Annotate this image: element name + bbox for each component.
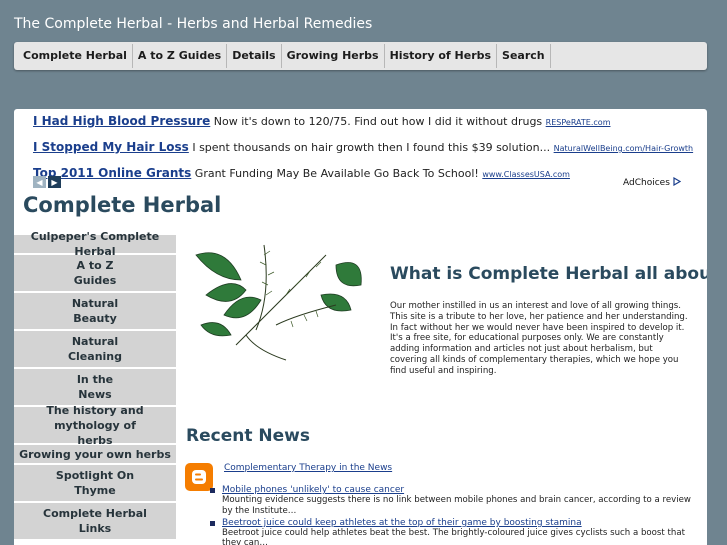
- adchoices-label: AdChoices: [623, 178, 670, 188]
- ad-row: I Stopped My Hair Loss I spent thousands…: [33, 136, 693, 162]
- nav-search[interactable]: Search: [497, 44, 551, 68]
- sidebar-item-natural-cleaning[interactable]: Natural Cleaning: [14, 331, 176, 369]
- recent-news-heading: Recent News: [186, 426, 310, 446]
- news-item: Mobile phones 'unlikely' to cause cancer…: [210, 485, 700, 516]
- sidebar-item-culpepers-complete-herbal[interactable]: Culpeper's Complete Herbal: [14, 230, 176, 258]
- ad-text: Grant Funding May Be Available Go Back T…: [194, 167, 479, 180]
- ad-url-link[interactable]: RESPeRATE.com: [546, 118, 611, 127]
- nav-details[interactable]: Details: [227, 44, 282, 68]
- ad-row: I Had High Blood Pressure Now it's down …: [33, 110, 693, 136]
- nav-history-of-herbs[interactable]: History of Herbs: [385, 44, 498, 68]
- chevron-right-icon[interactable]: ▶: [48, 176, 61, 188]
- ad-title-link[interactable]: I Had High Blood Pressure: [33, 114, 210, 128]
- news-item: Beetroot juice could keep athletes at th…: [210, 518, 700, 545]
- news-item-summary: Beetroot juice could help athletes beat …: [222, 528, 685, 545]
- ad-url-link[interactable]: www.ClassesUSA.com: [482, 170, 570, 179]
- sidebar-item-history-mythology[interactable]: The history and mythology of herbs: [14, 404, 176, 447]
- adchoices-link[interactable]: AdChoices: [623, 176, 681, 188]
- intro-text: Our mother instilled in us an interest a…: [390, 301, 688, 376]
- ad-text: Now it's down to 120/75. Find out how I …: [213, 115, 543, 128]
- ad-block: I Had High Blood Pressure Now it's down …: [33, 110, 693, 188]
- content-panel: I Had High Blood Pressure Now it's down …: [14, 109, 707, 545]
- sidebar-item-natural-beauty[interactable]: Natural Beauty: [14, 293, 176, 331]
- sidebar-item-complete-herbal-links[interactable]: Complete Herbal Links: [14, 503, 176, 541]
- ad-row: Top 2011 Online Grants Grant Funding May…: [33, 162, 693, 188]
- adchoices-icon: [673, 176, 681, 187]
- site-title: The Complete Herbal - Herbs and Herbal R…: [14, 16, 373, 32]
- sidebar-item-spotlight-thyme[interactable]: Spotlight On Thyme: [14, 465, 176, 503]
- blogger-icon: [185, 463, 213, 491]
- main-heading: What is Complete Herbal all about?: [390, 264, 707, 284]
- image-float-spacer: [186, 301, 390, 367]
- news-item-link[interactable]: Mobile phones 'unlikely' to cause cancer: [222, 485, 700, 495]
- news-item-summary: Mounting evidence suggests there is no l…: [222, 495, 691, 516]
- top-navigation: Complete Herbal A to Z Guides Details Gr…: [14, 42, 707, 70]
- feed-title-link[interactable]: Complementary Therapy in the News: [224, 463, 392, 473]
- intro-block: Our mother instilled in us an interest a…: [186, 301, 691, 377]
- chevron-left-icon[interactable]: ◀: [33, 176, 46, 188]
- news-item-link[interactable]: Beetroot juice could keep athletes at th…: [222, 518, 700, 528]
- news-list: Mobile phones 'unlikely' to cause cancer…: [210, 485, 700, 545]
- nav-a-to-z-guides[interactable]: A to Z Guides: [133, 44, 228, 68]
- ad-title-link[interactable]: I Stopped My Hair Loss: [33, 140, 189, 154]
- sidebar: Culpeper's Complete Herbal A to Z Guides…: [14, 230, 176, 541]
- nav-growing-herbs[interactable]: Growing Herbs: [282, 44, 385, 68]
- ad-pager: ◀ ▶: [33, 176, 61, 188]
- ad-text: I spent thousands on hair growth then I …: [192, 141, 551, 154]
- sidebar-item-growing-herbs[interactable]: Growing your own herbs: [14, 445, 176, 465]
- site-heading: Complete Herbal: [23, 193, 222, 217]
- nav-complete-herbal[interactable]: Complete Herbal: [18, 44, 133, 68]
- ad-url-link[interactable]: NaturalWellBeing.com/Hair-Growth: [554, 144, 693, 153]
- sidebar-item-in-the-news[interactable]: In the News: [14, 369, 176, 407]
- sidebar-item-a-to-z-guides[interactable]: A to Z Guides: [14, 255, 176, 293]
- blogger-logo-icon: [192, 470, 206, 484]
